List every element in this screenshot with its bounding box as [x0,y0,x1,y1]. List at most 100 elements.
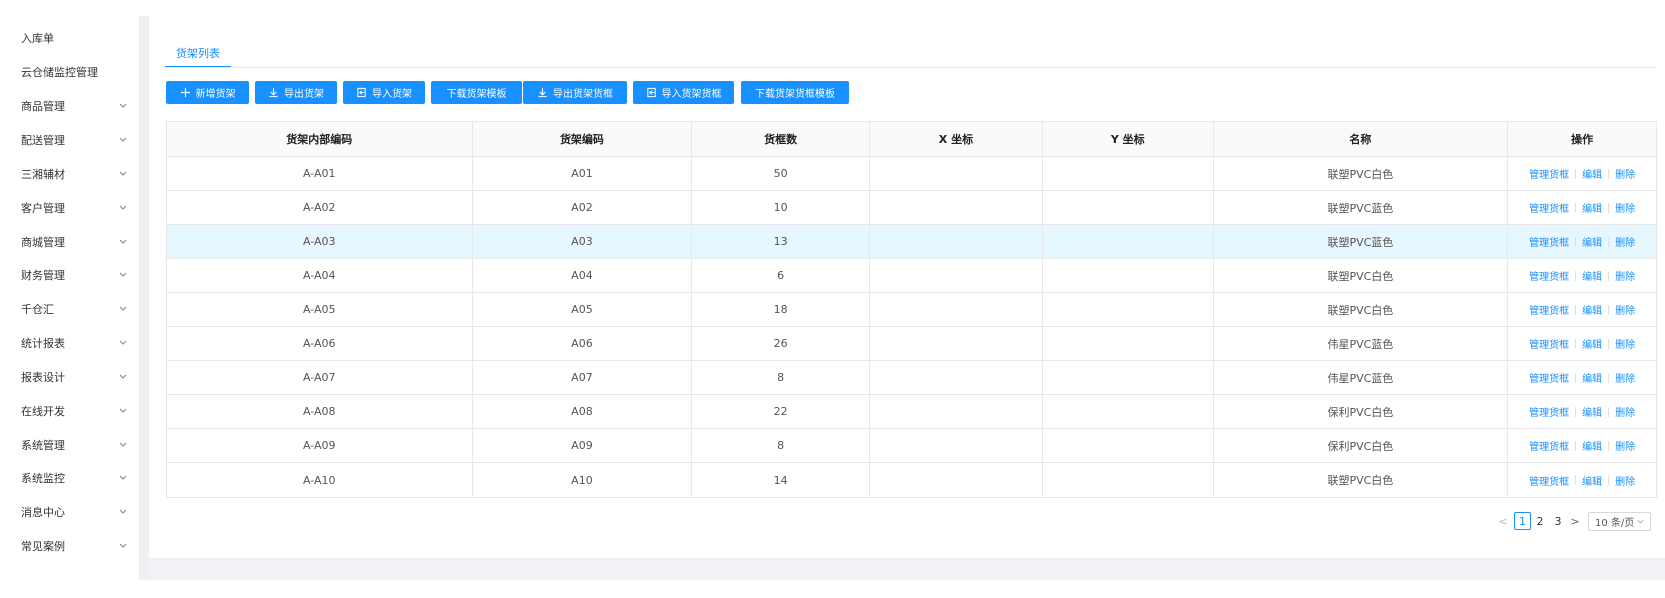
cell-actions: 管理货框 编辑 删除 [1508,361,1656,394]
delete-link[interactable]: 删除 [1615,200,1635,215]
cell-actions: 管理货框 编辑 删除 [1508,225,1656,258]
pagination-prev[interactable]: < [1497,512,1509,530]
sidebar-item[interactable]: 财务管理 [0,260,134,290]
edit-link[interactable]: 编辑 [1582,166,1602,181]
table-row[interactable]: A-A01 A01 50 联塑PVC白色 管理货框 编辑 删除 [167,157,1656,191]
import-icon [357,87,366,98]
table-row[interactable]: A-A07 A07 8 伟星PVC蓝色 管理货框 编辑 删除 [167,361,1656,395]
delete-link[interactable]: 删除 [1615,268,1635,283]
delete-link[interactable]: 删除 [1615,370,1635,385]
cell-box-count: 8 [692,429,871,462]
sidebar-item[interactable]: 商城管理 [0,227,134,257]
table-row[interactable]: A-A09 A09 8 保利PVC白色 管理货框 编辑 删除 [167,429,1656,463]
delete-link[interactable]: 删除 [1615,438,1635,453]
tab-shelf-list[interactable]: 货架列表 [165,42,231,66]
edit-link[interactable]: 编辑 [1582,200,1602,215]
import-shelf-box-button[interactable]: 导入货架货框 [633,81,734,104]
cell-shelf-code: A04 [473,259,693,292]
sidebar-item-label: 配送管理 [21,134,65,147]
table-row[interactable]: A-A03 A03 13 联塑PVC蓝色 管理货框 编辑 删除 [167,225,1656,259]
tab-divider [165,67,1656,68]
pagination-next[interactable]: > [1568,512,1582,530]
edit-link[interactable]: 编辑 [1582,473,1602,488]
import-shelf-box-label: 导入货架货框 [661,89,722,100]
action-separator [1608,168,1610,179]
sidebar-item[interactable]: 三湘辅材 [0,159,134,189]
cell-internal-code: A-A09 [167,429,473,462]
pagination-page-2[interactable]: 2 [1532,512,1548,530]
cell-name: 保利PVC白色 [1214,395,1509,428]
edit-link[interactable]: 编辑 [1582,234,1602,249]
cell-x-coordinate [870,463,1043,497]
manage-boxes-link[interactable]: 管理货框 [1529,473,1569,488]
sidebar-item[interactable]: 商品管理 [0,91,134,121]
download-shelf-box-template-label: 下载货架货框模板 [755,89,835,100]
download-shelf-box-template-button[interactable]: 下载货架货框模板 [741,81,849,104]
edit-link[interactable]: 编辑 [1582,370,1602,385]
header-name: 名称 [1214,122,1509,156]
sidebar-item-label: 商城管理 [21,236,65,249]
sidebar-item-label: 在线开发 [21,405,65,418]
sidebar-item[interactable]: 系统管理 [0,430,134,460]
edit-link[interactable]: 编辑 [1582,302,1602,317]
sidebar-item[interactable]: 云仓储监控管理 [0,57,134,87]
cell-y-coordinate [1043,293,1214,326]
sidebar-item[interactable]: 常见案例 [0,531,134,561]
export-shelf-button[interactable]: 导出货架 [255,81,337,104]
manage-boxes-link[interactable]: 管理货框 [1529,438,1569,453]
cell-shelf-code: A10 [473,463,693,497]
manage-boxes-link[interactable]: 管理货框 [1529,336,1569,351]
add-shelf-button[interactable]: 新增货架 [166,81,249,104]
cell-box-count: 18 [692,293,871,326]
table-row[interactable]: A-A06 A06 26 伟星PVC蓝色 管理货框 编辑 删除 [167,327,1656,361]
import-shelf-button[interactable]: 导入货架 [343,81,425,104]
download-icon [538,87,547,98]
pagination-page-3[interactable]: 3 [1550,512,1566,530]
sidebar-item[interactable]: 千仓汇 [0,294,134,324]
sidebar-item[interactable]: 消息中心 [0,497,134,527]
sidebar-item[interactable]: 系统监控 [0,463,134,493]
table-row[interactable]: A-A08 A08 22 保利PVC白色 管理货框 编辑 删除 [167,395,1656,429]
sidebar-item[interactable]: 在线开发 [0,396,134,426]
delete-link[interactable]: 删除 [1615,473,1635,488]
delete-link[interactable]: 删除 [1615,234,1635,249]
manage-boxes-link[interactable]: 管理货框 [1529,234,1569,249]
cell-name: 联塑PVC白色 [1214,157,1509,190]
page-size-select[interactable]: 10 条/页 [1588,512,1651,531]
sidebar-item[interactable]: 客户管理 [0,193,134,223]
edit-link[interactable]: 编辑 [1582,268,1602,283]
delete-link[interactable]: 删除 [1615,336,1635,351]
cell-name: 联塑PVC蓝色 [1214,191,1509,224]
download-shelf-template-button[interactable]: 下载货架模板 [431,81,522,104]
manage-boxes-link[interactable]: 管理货框 [1529,370,1569,385]
delete-link[interactable]: 删除 [1615,302,1635,317]
table-row[interactable]: A-A02 A02 10 联塑PVC蓝色 管理货框 编辑 删除 [167,191,1656,225]
manage-boxes-link[interactable]: 管理货框 [1529,302,1569,317]
manage-boxes-link[interactable]: 管理货框 [1529,404,1569,419]
edit-link[interactable]: 编辑 [1582,438,1602,453]
cell-y-coordinate [1043,225,1214,258]
sidebar-item[interactable]: 配送管理 [0,125,134,155]
cell-box-count: 50 [692,157,871,190]
sidebar-item-label: 财务管理 [21,269,65,282]
export-shelf-box-button[interactable]: 导出货架货框 [523,81,627,104]
sidebar-item[interactable]: 统计报表 [0,328,134,358]
cell-x-coordinate [870,395,1043,428]
edit-link[interactable]: 编辑 [1582,336,1602,351]
sidebar-item[interactable]: 入库单 [0,23,134,53]
delete-link[interactable]: 删除 [1615,404,1635,419]
cell-y-coordinate [1043,463,1214,497]
manage-boxes-link[interactable]: 管理货框 [1529,166,1569,181]
manage-boxes-link[interactable]: 管理货框 [1529,200,1569,215]
table-row[interactable]: A-A10 A10 14 联塑PVC白色 管理货框 编辑 删除 [167,463,1656,497]
cell-shelf-code: A07 [473,361,693,394]
table-row[interactable]: A-A05 A05 18 联塑PVC白色 管理货框 编辑 删除 [167,293,1656,327]
action-separator [1575,304,1577,315]
table-row[interactable]: A-A04 A04 6 联塑PVC白色 管理货框 编辑 删除 [167,259,1656,293]
manage-boxes-link[interactable]: 管理货框 [1529,268,1569,283]
pagination-page-1[interactable]: 1 [1514,512,1531,530]
sidebar-item[interactable]: 报表设计 [0,362,134,392]
delete-link[interactable]: 删除 [1615,166,1635,181]
sidebar-scrollbar[interactable] [139,16,149,580]
edit-link[interactable]: 编辑 [1582,404,1602,419]
